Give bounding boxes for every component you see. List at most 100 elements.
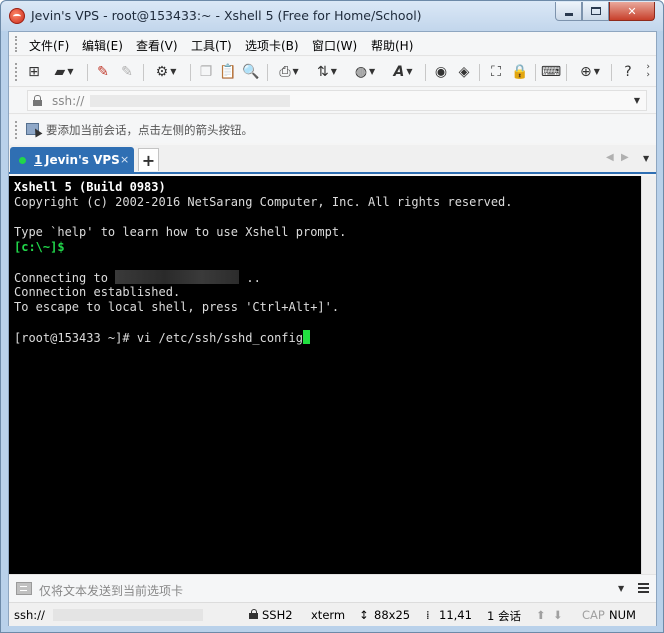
address-redacted (90, 95, 290, 107)
xshell-app-icon[interactable] (9, 8, 25, 24)
menu-grip[interactable] (15, 36, 18, 52)
add-icon: + (141, 150, 156, 170)
session-hint-bar: 要添加当前会话，点击左侧的箭头按钮。 (9, 115, 656, 143)
terminal-command-line: [root@153433 ~]# vi /etc/ssh/sshd_config (14, 330, 310, 345)
globe-icon: ◍ (354, 64, 368, 80)
chevron-down-icon: ▼ (292, 67, 299, 76)
terminal-cursor (302, 330, 310, 344)
paste-button[interactable]: 📋 (219, 63, 237, 81)
new-session-button[interactable]: ⊞ (25, 63, 43, 81)
keyboard-button[interactable]: ⌨ (540, 63, 562, 81)
toolbar-separator (267, 64, 268, 81)
find-button[interactable]: 🔍 (242, 63, 260, 81)
xftp-button[interactable]: ◉ (432, 63, 450, 81)
tab-close-icon[interactable]: × (120, 153, 129, 166)
menu-tabs[interactable]: 选项卡(B) (245, 37, 299, 54)
maximize-icon (590, 7, 601, 15)
chevron-down-icon: ▼ (170, 67, 177, 76)
help-icon: ? (624, 64, 632, 80)
toolbar-separator (87, 64, 88, 81)
lock-icon (33, 95, 42, 106)
transfer-button[interactable]: ⇅ ▼ (312, 63, 342, 81)
disconnect-button[interactable]: ✎ (118, 63, 136, 81)
paste-icon: 📋 (219, 64, 237, 80)
status-num: NUM (609, 608, 636, 622)
connect-button[interactable]: ✎ (94, 63, 112, 81)
copy-icon: ❐ (199, 64, 213, 80)
encoding-button[interactable]: ◍ ▼ (350, 63, 380, 81)
menu-edit[interactable]: 编辑(E) (82, 37, 123, 54)
toolbar-separator (479, 64, 480, 81)
terminal-line: Copyright (c) 2002-2016 NetSarang Comput… (14, 195, 513, 209)
status-caps: CAP (582, 608, 605, 622)
terminal-line: Connection established. (14, 285, 181, 299)
lock-button[interactable]: 🔒 (511, 63, 529, 81)
toolbar: ⊞ ▰ ▼ ✎ ✎ ⚙ ▼ ❐ 📋 🔍 ⎙ ▼ ⇅ ▼ ◍ ▼ A ▼ ◉ ◈ ⛶ 🔒 ⌨ (9, 57, 656, 87)
help-button[interactable]: ? (619, 63, 637, 81)
script-icon: ◈ (458, 64, 470, 80)
connect-icon: ✎ (97, 64, 109, 80)
properties-button[interactable]: ⚙ ▼ (150, 63, 182, 81)
chevron-down-icon: ▼ (406, 67, 413, 76)
status-cursor-position: 11,41 (439, 608, 472, 622)
hint-grip[interactable] (15, 121, 18, 139)
disconnect-icon: ✎ (121, 64, 133, 80)
xftp-icon: ◉ (434, 64, 448, 80)
terminal-line: To escape to local shell, press 'Ctrl+Al… (14, 300, 340, 314)
tab-prev-icon[interactable]: ◀ (606, 152, 614, 163)
title-bar[interactable]: Jevin's VPS - root@153433:~ - Xshell 5 (… (1, 1, 663, 31)
hint-text: 要添加当前会话，点击左侧的箭头按钮。 (46, 123, 253, 137)
tab-next-icon[interactable]: ▶ (621, 152, 629, 163)
terminal-command: [root@153433 ~]# vi /etc/ssh/sshd_config (14, 331, 303, 345)
close-button[interactable]: ✕ (609, 2, 655, 21)
chevron-down-icon[interactable]: ▼ (618, 584, 624, 593)
download-icon: ⬇ (553, 608, 563, 622)
menu-tools[interactable]: 工具(T) (191, 37, 232, 54)
terminal-view[interactable]: Xshell 5 (Build 0983) Copyright (c) 2002… (9, 176, 641, 574)
menu-window[interactable]: 窗口(W) (312, 37, 357, 54)
host-redacted (115, 270, 240, 284)
upload-icon: ⬆ (536, 608, 546, 622)
chevron-down-icon: ▼ (593, 67, 600, 76)
xshell-window: Jevin's VPS - root@153433:~ - Xshell 5 (… (0, 0, 664, 633)
compose-input[interactable]: 仅将文本发送到当前选项卡 (39, 582, 183, 599)
new-tab-button[interactable]: ⊕ ▼ (575, 63, 605, 81)
status-bar: ssh:// SSH2 xterm ↕ 88x25 ⁞ 11,41 1 会话 ⬆… (9, 602, 656, 626)
toolbar-grip[interactable] (15, 63, 18, 81)
open-button[interactable]: ▰ ▼ (49, 63, 79, 81)
tab-list-icon[interactable]: ▼ (643, 154, 649, 163)
terminal-local-prompt: [c:\~]$ (14, 240, 65, 254)
terminal-scrollbar[interactable] (641, 176, 656, 574)
address-input[interactable]: ssh:// ▼ (27, 90, 647, 111)
client-area: 文件(F) 编辑(E) 查看(V) 工具(T) 选项卡(B) 窗口(W) 帮助(… (8, 31, 657, 626)
chevron-down-icon[interactable]: ▼ (634, 96, 640, 105)
copy-button[interactable]: ❐ (197, 63, 215, 81)
toolbar-separator (566, 64, 567, 81)
print-button[interactable]: ⎙ ▼ (274, 63, 304, 81)
menu-icon[interactable] (638, 583, 649, 593)
add-icon: ⊕ (580, 64, 592, 80)
toolbar-separator (190, 64, 191, 81)
font-icon: A (393, 64, 405, 80)
add-tab-button[interactable]: + (138, 148, 159, 171)
fullscreen-button[interactable]: ⛶ (487, 63, 505, 81)
toolbar-separator (535, 64, 536, 81)
menu-file[interactable]: 文件(F) (29, 37, 69, 54)
compose-icon[interactable] (16, 582, 32, 595)
xshell-script-button[interactable]: ◈ (455, 63, 473, 81)
tab-jevins-vps[interactable]: 1 Jevin's VPS × (10, 147, 134, 174)
address-text: ssh:// (52, 94, 85, 108)
menu-view[interactable]: 查看(V) (136, 37, 178, 54)
maximize-button[interactable] (582, 2, 609, 21)
keyboard-icon: ⌨ (540, 64, 562, 80)
font-button[interactable]: A ▼ (388, 63, 418, 81)
terminal-line: Xshell 5 (Build 0983) (14, 180, 166, 194)
toolbar-overflow-icon[interactable]: › › (646, 63, 650, 80)
new-session-icon: ⊞ (28, 64, 40, 80)
add-session-arrow-icon[interactable] (26, 123, 40, 136)
resize-icon: ↕ (359, 608, 369, 622)
compose-bar: 仅将文本发送到当前选项卡 ▼ (9, 574, 656, 602)
menu-help[interactable]: 帮助(H) (371, 37, 413, 54)
minimize-button[interactable] (555, 2, 582, 21)
status-size: 88x25 (374, 608, 411, 622)
